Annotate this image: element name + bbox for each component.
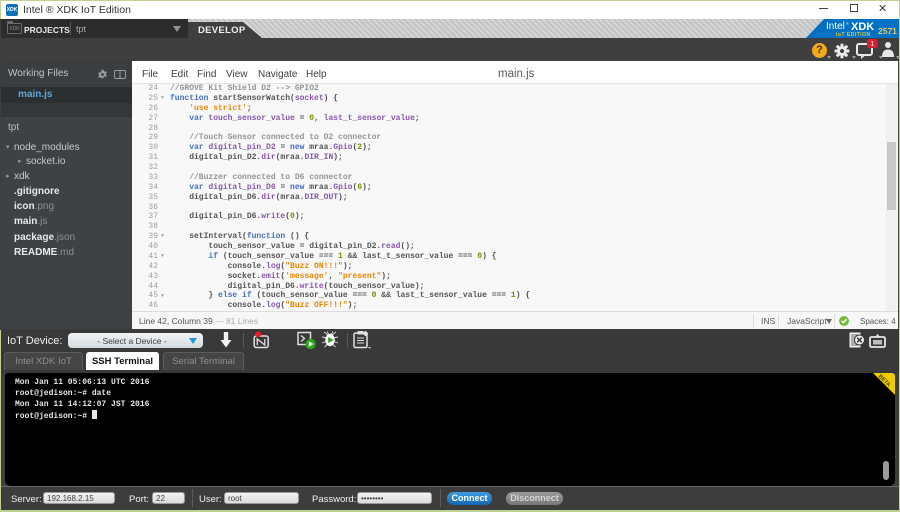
- svg-text:1: 1: [870, 41, 874, 48]
